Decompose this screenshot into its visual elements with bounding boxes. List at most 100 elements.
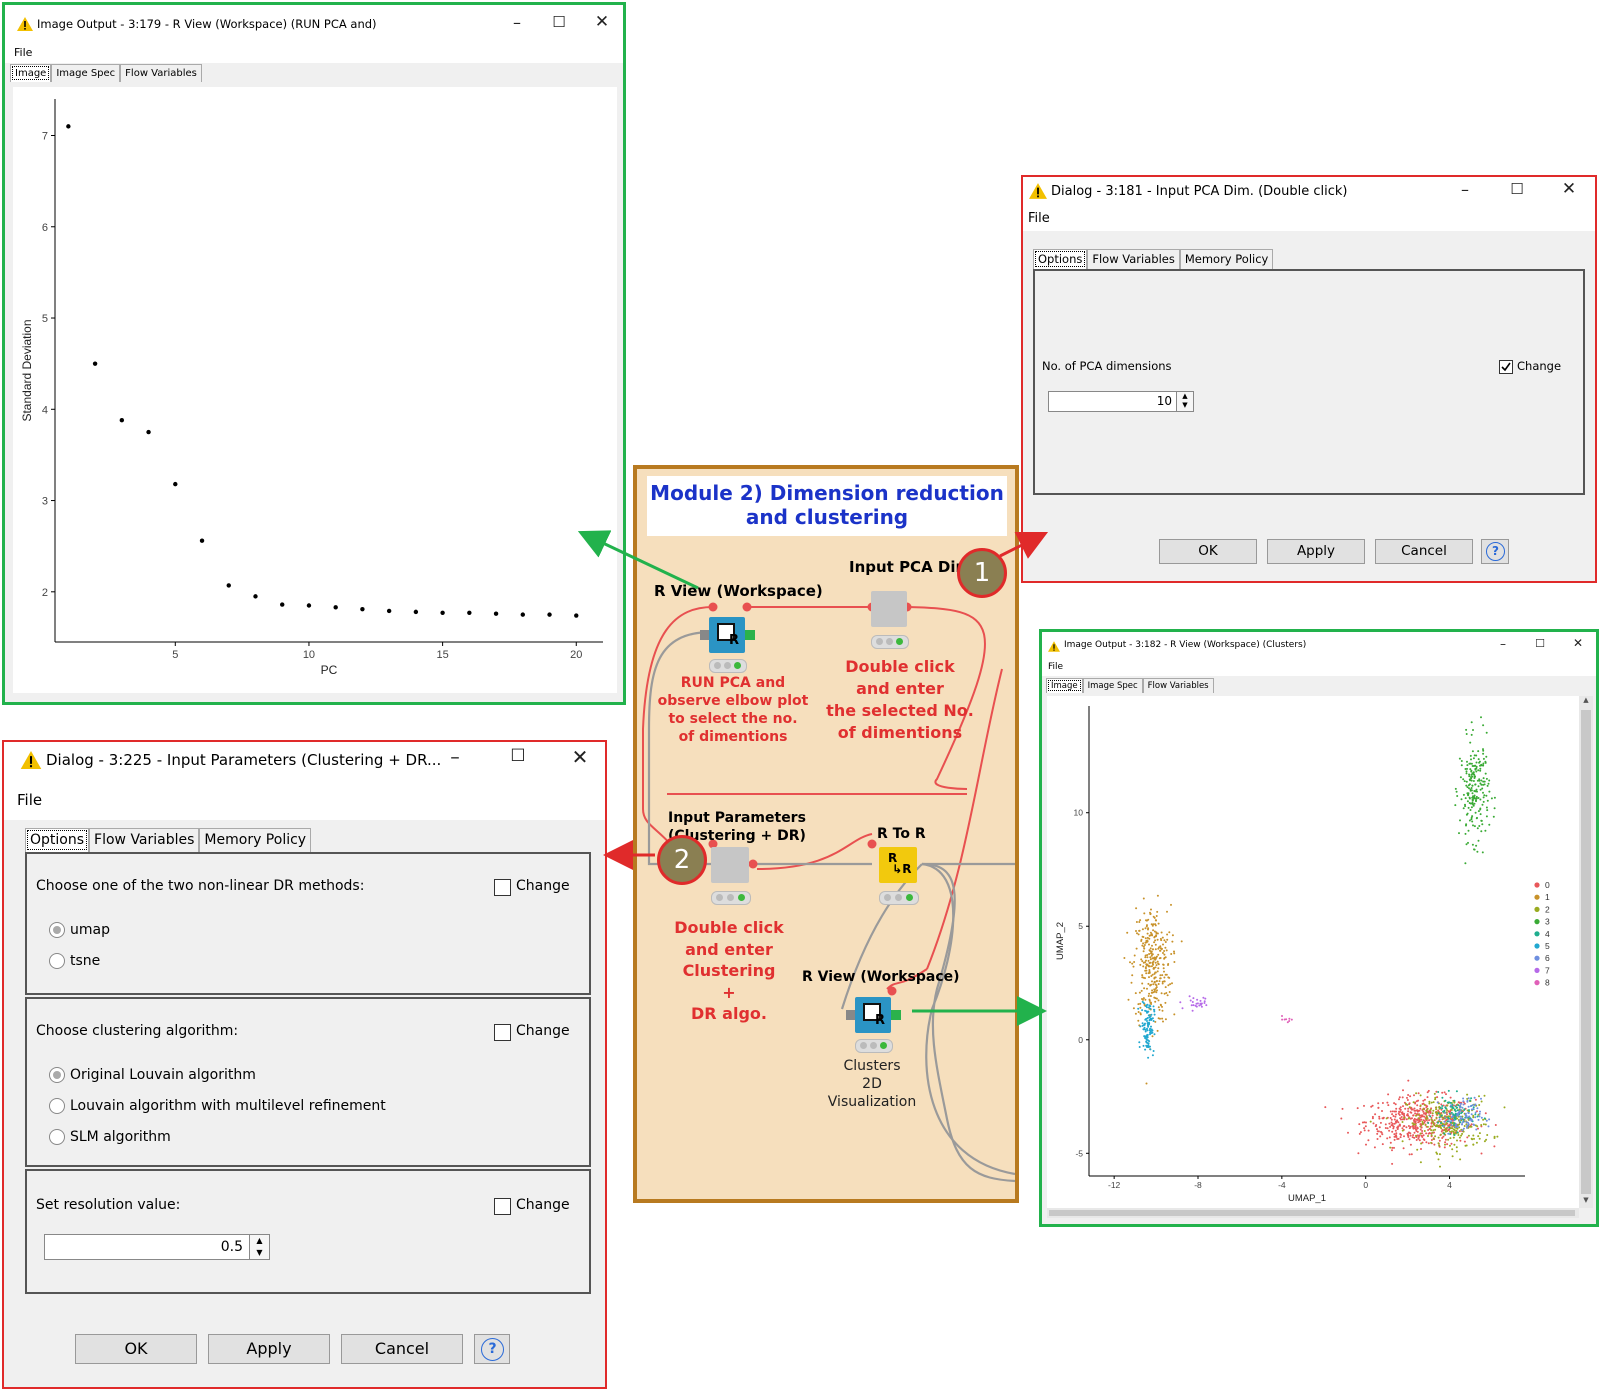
tab-flow-variables[interactable]: Flow Variables xyxy=(1087,249,1180,269)
cluster-1-point xyxy=(1155,934,1158,937)
cluster-2-point xyxy=(1430,1129,1433,1132)
apply-button[interactable]: Apply xyxy=(208,1334,330,1364)
tab-image-spec[interactable]: Image Spec xyxy=(1082,678,1143,693)
clustering-change-checkbox[interactable] xyxy=(494,1024,511,1041)
ok-button[interactable]: OK xyxy=(75,1334,197,1364)
close-button[interactable]: ✕ xyxy=(1557,179,1581,199)
rview2-node[interactable]: R xyxy=(846,997,901,1033)
cluster-7-point xyxy=(1181,1007,1184,1010)
resolution-spinner[interactable]: 0.5 ▲ ▼ xyxy=(44,1234,270,1260)
ok-button[interactable]: OK xyxy=(1159,539,1257,564)
spinner-arrows[interactable]: ▲ ▼ xyxy=(1176,392,1193,411)
pca-dimensions-spinner[interactable]: 10 ▲ ▼ xyxy=(1048,391,1194,412)
minimize-button[interactable]: – xyxy=(441,746,469,768)
rview1-node[interactable]: R xyxy=(700,617,755,653)
cluster-3-point xyxy=(1488,823,1491,826)
cluster-5-point xyxy=(1144,1005,1147,1008)
output-port[interactable] xyxy=(745,630,755,640)
help-button[interactable]: ? xyxy=(474,1334,510,1364)
cluster-1-point xyxy=(1150,950,1153,953)
caption-line: Clusters xyxy=(843,1058,901,1074)
cluster-2-point xyxy=(1482,1118,1485,1121)
cluster-5-point xyxy=(1146,1027,1148,1030)
menu-file[interactable]: File xyxy=(1028,211,1050,226)
cluster-5-point xyxy=(1149,1048,1152,1051)
close-button[interactable]: ✕ xyxy=(1569,636,1587,650)
scroll-down-arrow[interactable]: ▼ xyxy=(1579,1196,1593,1208)
horizontal-scrollbar[interactable] xyxy=(1047,1208,1579,1218)
spinner-arrows[interactable]: ▲ ▼ xyxy=(249,1235,269,1259)
scroll-up-arrow[interactable]: ▲ xyxy=(1579,696,1593,708)
tab-flow-variables[interactable]: Flow Variables xyxy=(89,828,200,852)
menu-file[interactable]: File xyxy=(14,46,32,59)
tab-image-spec[interactable]: Image Spec xyxy=(51,64,121,82)
window-titlebar[interactable]: Image Output - 3:179 - R View (Workspace… xyxy=(5,5,623,45)
maximize-button[interactable]: ☐ xyxy=(1531,637,1549,650)
cluster-3-point xyxy=(1471,815,1474,818)
cancel-button[interactable]: Cancel xyxy=(1375,539,1473,564)
menu-file[interactable]: File xyxy=(17,791,42,809)
cluster-5-point xyxy=(1152,1050,1155,1052)
cluster-3-point xyxy=(1486,784,1489,787)
tab-image[interactable]: Image xyxy=(10,64,52,82)
cluster-6-point xyxy=(1456,1114,1459,1117)
cluster-0-point xyxy=(1419,1128,1422,1131)
close-button[interactable]: ✕ xyxy=(590,12,614,32)
maximize-button[interactable]: ☐ xyxy=(1505,180,1529,198)
cluster-8-point xyxy=(1281,1018,1284,1021)
help-icon: ? xyxy=(1486,542,1505,561)
scroll-thumb[interactable] xyxy=(1581,710,1591,1194)
tab-options[interactable]: Options xyxy=(1033,249,1088,269)
radio-tsne[interactable] xyxy=(49,953,65,969)
tab-flow-variables[interactable]: Flow Variables xyxy=(120,64,202,82)
radio-slm[interactable] xyxy=(49,1129,65,1145)
help-button[interactable]: ? xyxy=(1481,539,1509,564)
tab-memory-policy[interactable]: Memory Policy xyxy=(1179,249,1274,269)
change-checkbox[interactable] xyxy=(1499,360,1513,374)
apply-button[interactable]: Apply xyxy=(1267,539,1365,564)
resolution-change-checkbox[interactable] xyxy=(494,1198,511,1215)
input-params-node[interactable] xyxy=(711,847,749,883)
r-to-r-node[interactable]: R ↳R xyxy=(879,847,917,883)
dr-change-checkbox[interactable] xyxy=(494,879,511,896)
window-titlebar[interactable]: Dialog - 3:181 - Input PCA Dim. (Double … xyxy=(1023,177,1595,207)
vertical-scrollbar[interactable]: ▲ ▼ xyxy=(1579,696,1593,1208)
window-titlebar[interactable]: Dialog - 3:225 - Input Parameters (Clust… xyxy=(4,742,605,778)
input-port[interactable] xyxy=(700,630,709,640)
maximize-button[interactable]: ☐ xyxy=(547,13,571,31)
cluster-3-point xyxy=(1479,788,1482,791)
cancel-button[interactable]: Cancel xyxy=(341,1334,463,1364)
close-button[interactable]: ✕ xyxy=(566,745,594,769)
pca-dimensions-label: No. of PCA dimensions xyxy=(1042,359,1172,373)
cluster-6-point xyxy=(1460,1102,1462,1105)
data-point xyxy=(146,429,151,435)
tab-memory-policy[interactable]: Memory Policy xyxy=(199,828,312,852)
maximize-button[interactable]: ☐ xyxy=(504,746,532,766)
input-port[interactable] xyxy=(846,1010,855,1020)
cluster-1-point xyxy=(1151,989,1154,992)
output-port[interactable] xyxy=(891,1010,901,1020)
cluster-5-point xyxy=(1144,1030,1147,1033)
cluster-0-point xyxy=(1397,1112,1400,1115)
cluster-3-point xyxy=(1481,823,1484,826)
minimize-button[interactable]: – xyxy=(1453,180,1477,199)
input-pca-node[interactable] xyxy=(871,591,907,627)
tab-options[interactable]: Options xyxy=(25,828,90,852)
cluster-0-point xyxy=(1393,1102,1396,1105)
tab-flow-variables[interactable]: Flow Variables xyxy=(1142,678,1214,693)
menu-file[interactable]: File xyxy=(1048,662,1063,672)
cluster-3-point xyxy=(1479,798,1482,801)
minimize-button[interactable]: – xyxy=(505,13,529,32)
scroll-thumb[interactable] xyxy=(1049,1210,1575,1216)
minimize-button[interactable]: – xyxy=(1494,637,1512,651)
radio-original-louvain[interactable] xyxy=(49,1067,65,1083)
cluster-7-point xyxy=(1200,1005,1203,1008)
radio-louvain-multilevel[interactable] xyxy=(49,1098,65,1114)
cluster-0-point xyxy=(1416,1134,1419,1137)
radio-umap[interactable] xyxy=(49,922,65,938)
cluster-1-point xyxy=(1133,961,1136,963)
r-letter-icon: R xyxy=(729,633,740,648)
tab-image[interactable]: Image xyxy=(1046,678,1083,693)
y-axis-title: Standard Deviation xyxy=(20,319,34,421)
window-titlebar[interactable]: Image Output - 3:182 - R View (Workspace… xyxy=(1042,632,1596,660)
